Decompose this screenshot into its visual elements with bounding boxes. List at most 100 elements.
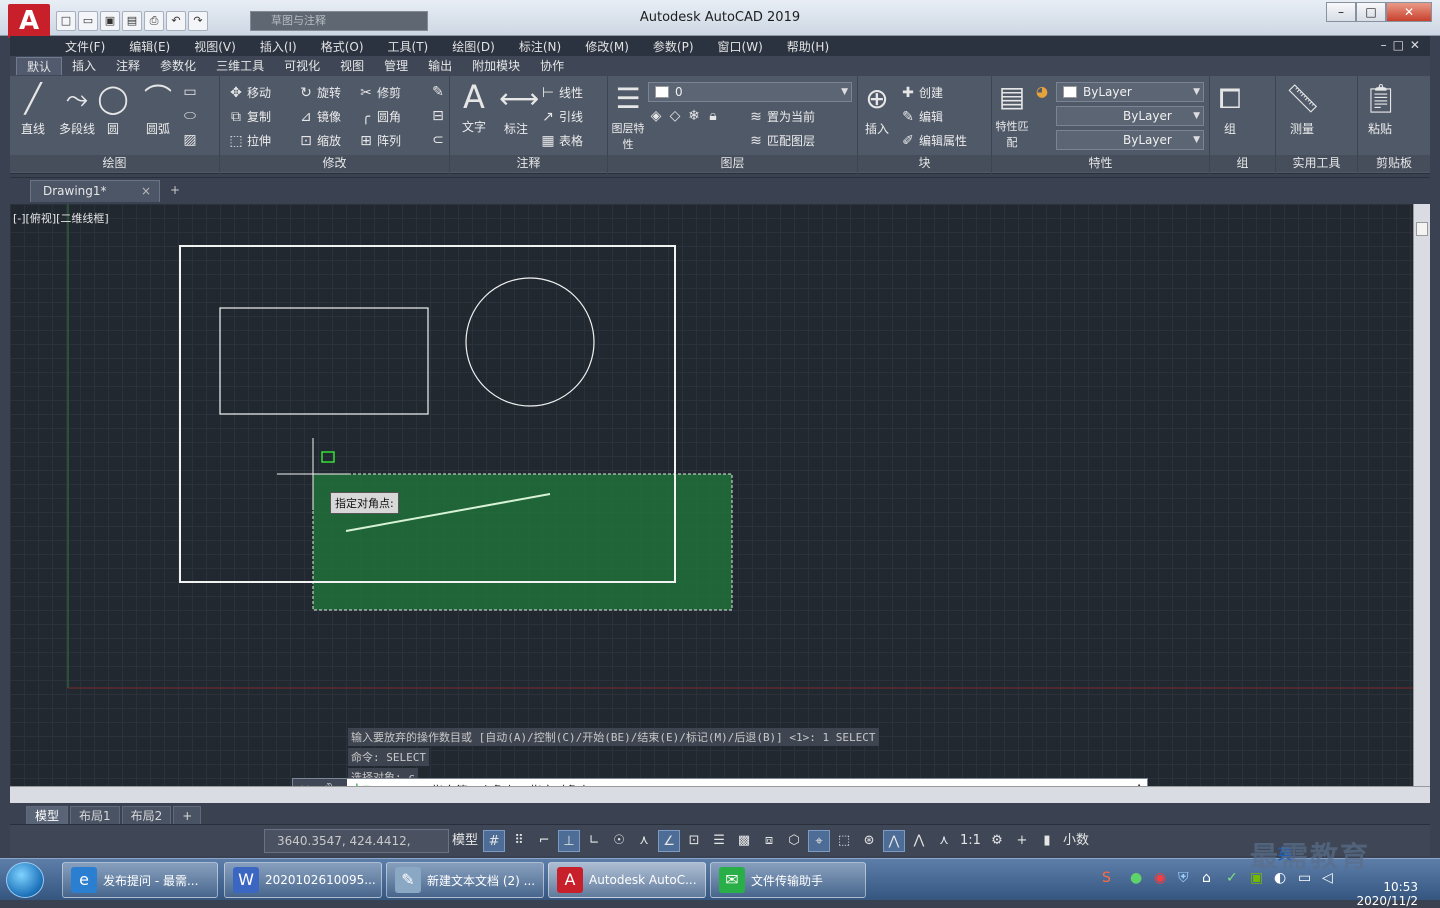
tab-visualize[interactable]: 可视化 xyxy=(274,57,330,75)
scale-button[interactable]: ⊡ 缩放 xyxy=(298,132,341,149)
match-properties-button[interactable]: ▤ 特性匹配 xyxy=(994,80,1030,150)
dimension-button[interactable]: ⟷ 标注 xyxy=(496,82,539,137)
explode-tool[interactable]: ⊟ xyxy=(430,108,446,124)
dynamic-input-icon[interactable]: ⊥ xyxy=(558,830,581,852)
viewport-controls-label[interactable]: [-][俯视][二维线框] xyxy=(13,210,109,226)
rotate-button[interactable]: ↻ 旋转 xyxy=(298,84,341,101)
tab-manage[interactable]: 管理 xyxy=(374,57,418,75)
edit-attributes-button[interactable]: ✐ 编辑属性 xyxy=(900,132,967,149)
circle-button[interactable]: ◯ 圆 xyxy=(96,82,130,137)
units-value[interactable]: 小数 xyxy=(1061,830,1091,852)
menu-help[interactable]: 帮助(H) xyxy=(787,38,829,55)
vertical-scrollbar[interactable] xyxy=(1413,204,1430,786)
minimize-icon[interactable]: – xyxy=(1326,2,1356,22)
selection-filter-icon[interactable]: ⬚ xyxy=(833,830,855,852)
fillet-button[interactable]: ╭ 圆角 xyxy=(358,108,401,125)
panel-groups-title[interactable]: 组 xyxy=(1210,155,1275,172)
menu-dimension[interactable]: 标注(N) xyxy=(519,38,561,55)
tab-parametric[interactable]: 参数化 xyxy=(150,57,206,75)
taskbar-item-browser[interactable]: e 发布提问 - 最需... xyxy=(62,862,218,898)
scroll-thumb[interactable] xyxy=(1416,222,1428,236)
start-button-icon[interactable] xyxy=(6,862,44,898)
tab-layout1[interactable]: 布局1 xyxy=(70,806,120,824)
model-space-toggle[interactable]: 模型 xyxy=(450,830,480,852)
panel-modify-title[interactable]: 修改 xyxy=(220,155,449,172)
menu-draw[interactable]: 绘图(D) xyxy=(452,38,495,55)
auto-scale-icon[interactable]: ⋀ xyxy=(908,830,930,852)
panel-annotation-title[interactable]: 注释 xyxy=(450,155,607,172)
layer-properties-button[interactable]: ☰ 图层特性 xyxy=(610,82,646,152)
polyline-button[interactable]: ⤳ 多段线 xyxy=(54,82,100,137)
gear-icon[interactable]: ⚙ xyxy=(986,830,1008,852)
quick-properties-icon[interactable]: ▮ xyxy=(1036,830,1058,852)
tab-layout2[interactable]: 布局2 xyxy=(121,806,172,824)
arc-button[interactable]: ⌒ 圆弧 xyxy=(138,82,178,137)
copy-button[interactable]: ⧉ 复制 xyxy=(228,108,271,125)
taskbar-item-wechat[interactable]: ✉ 文件传输助手 xyxy=(710,862,866,898)
create-block-button[interactable]: ✚ 创建 xyxy=(900,84,943,101)
paste-button[interactable]: 📋︎ 粘贴 xyxy=(1360,82,1400,137)
grid-icon[interactable]: # xyxy=(483,830,506,852)
taskbar-item-notepad[interactable]: ✎ 新建文本文档 (2) ... xyxy=(386,862,544,898)
layer-dropdown[interactable]: 0 ▼ xyxy=(648,82,852,102)
close-icon[interactable]: ✕ xyxy=(1386,2,1432,22)
linetype-dropdown[interactable]: ByLayer ▼ xyxy=(1056,106,1204,126)
layer-tools-row[interactable]: ◈ ◇ ❄ 🔒︎ xyxy=(648,108,721,124)
horizontal-scrollbar[interactable] xyxy=(10,786,1430,803)
tab-insert[interactable]: 插入 xyxy=(62,57,106,75)
wechat-tray-icon[interactable]: ● xyxy=(1130,870,1142,886)
menu-modify[interactable]: 修改(M) xyxy=(585,38,629,55)
new-tab-icon[interactable]: + xyxy=(166,182,184,198)
text-button[interactable]: A 文字 xyxy=(454,80,494,135)
taskbar-item-autocad[interactable]: A Autodesk AutoC... xyxy=(548,862,706,898)
document-window-controls[interactable]: –□✕ xyxy=(1381,38,1426,52)
match-layer-button[interactable]: ≋ 匹配图层 xyxy=(748,132,815,149)
color-wheel-button[interactable]: ◕ xyxy=(1034,84,1050,100)
taskbar-item-word[interactable]: W 2020102610095... xyxy=(224,862,382,898)
panel-properties-title[interactable]: 特性 xyxy=(992,155,1209,172)
dynamic-ucs-icon[interactable]: ⌖ xyxy=(808,830,831,852)
drawing-canvas[interactable] xyxy=(10,204,1413,786)
tab-default[interactable]: 默认 xyxy=(16,57,63,75)
menu-view[interactable]: 视图(V) xyxy=(194,38,236,55)
mirror-button[interactable]: ⊿ 镜像 xyxy=(298,108,341,125)
tab-annotate[interactable]: 注释 xyxy=(106,57,150,75)
weibo-icon[interactable]: ◉ xyxy=(1154,870,1166,886)
measure-button[interactable]: 📏︎ 测量 xyxy=(1280,82,1324,137)
drawing-viewport[interactable]: [-][俯视][二维线框] 指定对角点: xyxy=(10,204,1413,786)
coordinates-readout[interactable]: 3640.3547, 424.4412, 0.0000 xyxy=(264,829,449,870)
color-dropdown[interactable]: ByLayer ▼ xyxy=(1056,82,1204,102)
rectangle-tool[interactable]: ▭ xyxy=(182,84,198,100)
panel-draw-title[interactable]: 绘图 xyxy=(10,155,219,172)
lineweight-dropdown[interactable]: ByLayer ▼ xyxy=(1056,130,1204,150)
network-icon[interactable]: ⌂ xyxy=(1202,870,1211,886)
trim-button[interactable]: ✂ 修剪 xyxy=(358,84,401,101)
menu-parametric[interactable]: 参数(P) xyxy=(653,38,694,55)
edit-block-button[interactable]: ✎ 编辑 xyxy=(900,108,943,125)
tab-view[interactable]: 视图 xyxy=(330,57,374,75)
array-button[interactable]: ⊞ 阵列 xyxy=(358,132,401,149)
menu-insert[interactable]: 插入(I) xyxy=(260,38,297,55)
group-button[interactable]: ⧠ 组 xyxy=(1212,82,1248,137)
erase-tool[interactable]: ✎ xyxy=(430,84,446,100)
lineweight-icon[interactable]: ☰ xyxy=(708,830,730,852)
plus-icon[interactable]: + xyxy=(1011,830,1033,852)
transparency-icon[interactable]: ▩ xyxy=(733,830,755,852)
gizmo-icon[interactable]: ⊛ xyxy=(858,830,880,852)
offset-tool[interactable]: ⊂ xyxy=(430,132,446,148)
security-icon[interactable]: ✓ xyxy=(1226,870,1238,886)
ortho-icon[interactable]: ∟ xyxy=(583,830,605,852)
panel-layers-title[interactable]: 图层 xyxy=(608,155,857,172)
annotation-scale-icon[interactable]: ⋏ xyxy=(933,830,955,852)
document-tab-drawing1[interactable]: Drawing1* × xyxy=(30,180,160,202)
polar-icon[interactable]: ☉ xyxy=(608,830,630,852)
clock[interactable]: 10:53 2020/11/2 xyxy=(1356,880,1418,908)
make-current-button[interactable]: ≋ 置为当前 xyxy=(748,108,815,125)
object-snap-icon[interactable]: ⊡ xyxy=(683,830,705,852)
menu-window[interactable]: 窗口(W) xyxy=(718,38,763,55)
annotation-visibility-icon[interactable]: ⋀ xyxy=(883,830,906,852)
close-tab-icon[interactable]: × xyxy=(141,181,151,201)
tab-output[interactable]: 输出 xyxy=(418,57,462,75)
menu-edit[interactable]: 编辑(E) xyxy=(129,38,170,55)
menu-file[interactable]: 文件(F) xyxy=(65,38,105,55)
